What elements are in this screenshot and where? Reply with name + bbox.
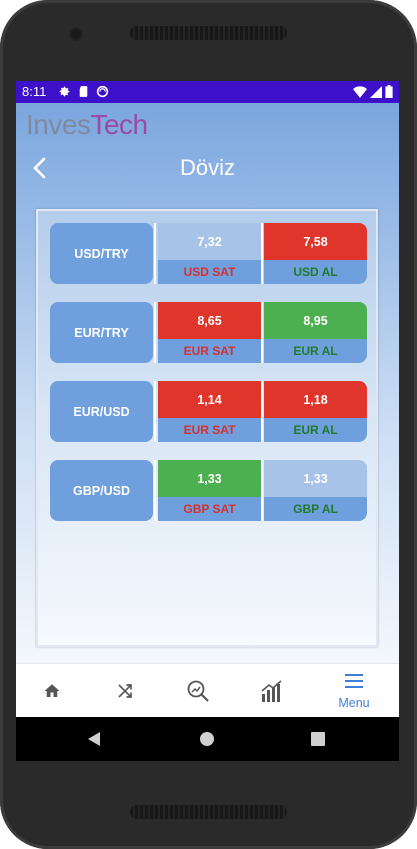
- sell-label: EUR SAT: [158, 418, 261, 442]
- battery-icon: [385, 85, 393, 98]
- sell-cell[interactable]: 1,33 GBP SAT: [158, 460, 261, 521]
- pair-label[interactable]: USD/TRY: [50, 223, 153, 284]
- rate-row-eur-try: EUR/TRY 8,65 EUR SAT 8,95 EUR AL: [50, 302, 368, 363]
- signal-icon: [370, 85, 382, 98]
- sell-value: 8,65: [158, 302, 261, 339]
- brand-logo: InvesTech: [26, 109, 148, 140]
- buy-cell[interactable]: 1,18 EUR AL: [264, 381, 367, 442]
- sell-label: GBP SAT: [158, 497, 261, 521]
- page-title: Döviz: [179, 155, 235, 180]
- bottom-speaker: [130, 805, 287, 819]
- nav-home-icon[interactable]: [200, 732, 214, 746]
- rates-card: USD/TRY 7,32 USD SAT 7,58 USD AL EUR/TRY: [36, 209, 378, 647]
- tab-home[interactable]: [17, 664, 87, 718]
- buy-value: 7,58: [264, 223, 367, 260]
- divider: [261, 223, 263, 284]
- buy-cell[interactable]: 8,95 EUR AL: [264, 302, 367, 363]
- sell-label: EUR SAT: [158, 339, 261, 363]
- bar-chart-icon: [261, 680, 282, 702]
- pair-label[interactable]: EUR/TRY: [50, 302, 153, 363]
- status-bar: 8:11: [16, 81, 399, 103]
- pair-label[interactable]: EUR/USD: [50, 381, 153, 442]
- sd-card-icon: [79, 86, 88, 97]
- buy-cell[interactable]: 7,58 USD AL: [264, 223, 367, 284]
- buy-cell[interactable]: 1,33 GBP AL: [264, 460, 367, 521]
- rate-row-gbp-usd: GBP/USD 1,33 GBP SAT 1,33 GBP AL: [50, 460, 368, 521]
- bottom-tab-bar: Menu: [16, 663, 399, 718]
- front-camera: [71, 29, 81, 39]
- nav-back-icon[interactable]: [88, 732, 102, 746]
- buy-value: 1,33: [264, 460, 367, 497]
- sell-cell[interactable]: 7,32 USD SAT: [158, 223, 261, 284]
- tab-search-chart[interactable]: [163, 664, 233, 718]
- rate-row-usd-try: USD/TRY 7,32 USD SAT 7,58 USD AL: [50, 223, 368, 284]
- divider: [261, 460, 263, 521]
- home-icon: [44, 684, 60, 697]
- buy-label: EUR AL: [264, 339, 367, 363]
- pair-label[interactable]: GBP/USD: [50, 460, 153, 521]
- settings-icon: [59, 86, 70, 97]
- buy-value: 8,95: [264, 302, 367, 339]
- menu-icon: [345, 674, 363, 688]
- buy-label: GBP AL: [264, 497, 367, 521]
- divider: [261, 381, 263, 442]
- search-chart-icon: [187, 680, 209, 702]
- phone-frame: 8:11 InvesTech Döviz USD/TRY 7,32 USD SA…: [0, 0, 417, 849]
- sell-value: 1,33: [158, 460, 261, 497]
- tab-menu[interactable]: Menu: [319, 664, 389, 718]
- divider: [261, 302, 263, 363]
- buy-label: EUR AL: [264, 418, 367, 442]
- top-speaker: [130, 26, 287, 40]
- status-time: 8:11: [22, 84, 47, 99]
- sell-value: 1,14: [158, 381, 261, 418]
- divider: [154, 302, 156, 363]
- buy-label: USD AL: [264, 260, 367, 284]
- tab-label-menu: Menu: [338, 696, 370, 710]
- screen: 8:11 InvesTech Döviz USD/TRY 7,32 USD SA…: [16, 81, 399, 761]
- sell-value: 7,32: [158, 223, 261, 260]
- tab-bar-chart[interactable]: [237, 664, 307, 718]
- divider: [154, 381, 156, 442]
- sync-icon: [96, 85, 109, 98]
- divider: [154, 460, 156, 521]
- status-icons-right: [353, 85, 393, 98]
- status-icons-left: [58, 85, 109, 98]
- sell-label: USD SAT: [158, 260, 261, 284]
- sell-cell[interactable]: 8,65 EUR SAT: [158, 302, 261, 363]
- system-nav-bar: [16, 717, 399, 761]
- buy-value: 1,18: [264, 381, 367, 418]
- wifi-icon: [353, 85, 367, 98]
- nav-recents-icon[interactable]: [311, 732, 325, 746]
- tab-shuffle[interactable]: [90, 664, 160, 718]
- sell-cell[interactable]: 1,14 EUR SAT: [158, 381, 261, 442]
- rate-row-eur-usd: EUR/USD 1,14 EUR SAT 1,18 EUR AL: [50, 381, 368, 442]
- shuffle-icon: [118, 684, 132, 698]
- app-content: InvesTech Döviz USD/TRY 7,32 USD SAT 7,5…: [16, 103, 399, 663]
- divider: [154, 223, 156, 284]
